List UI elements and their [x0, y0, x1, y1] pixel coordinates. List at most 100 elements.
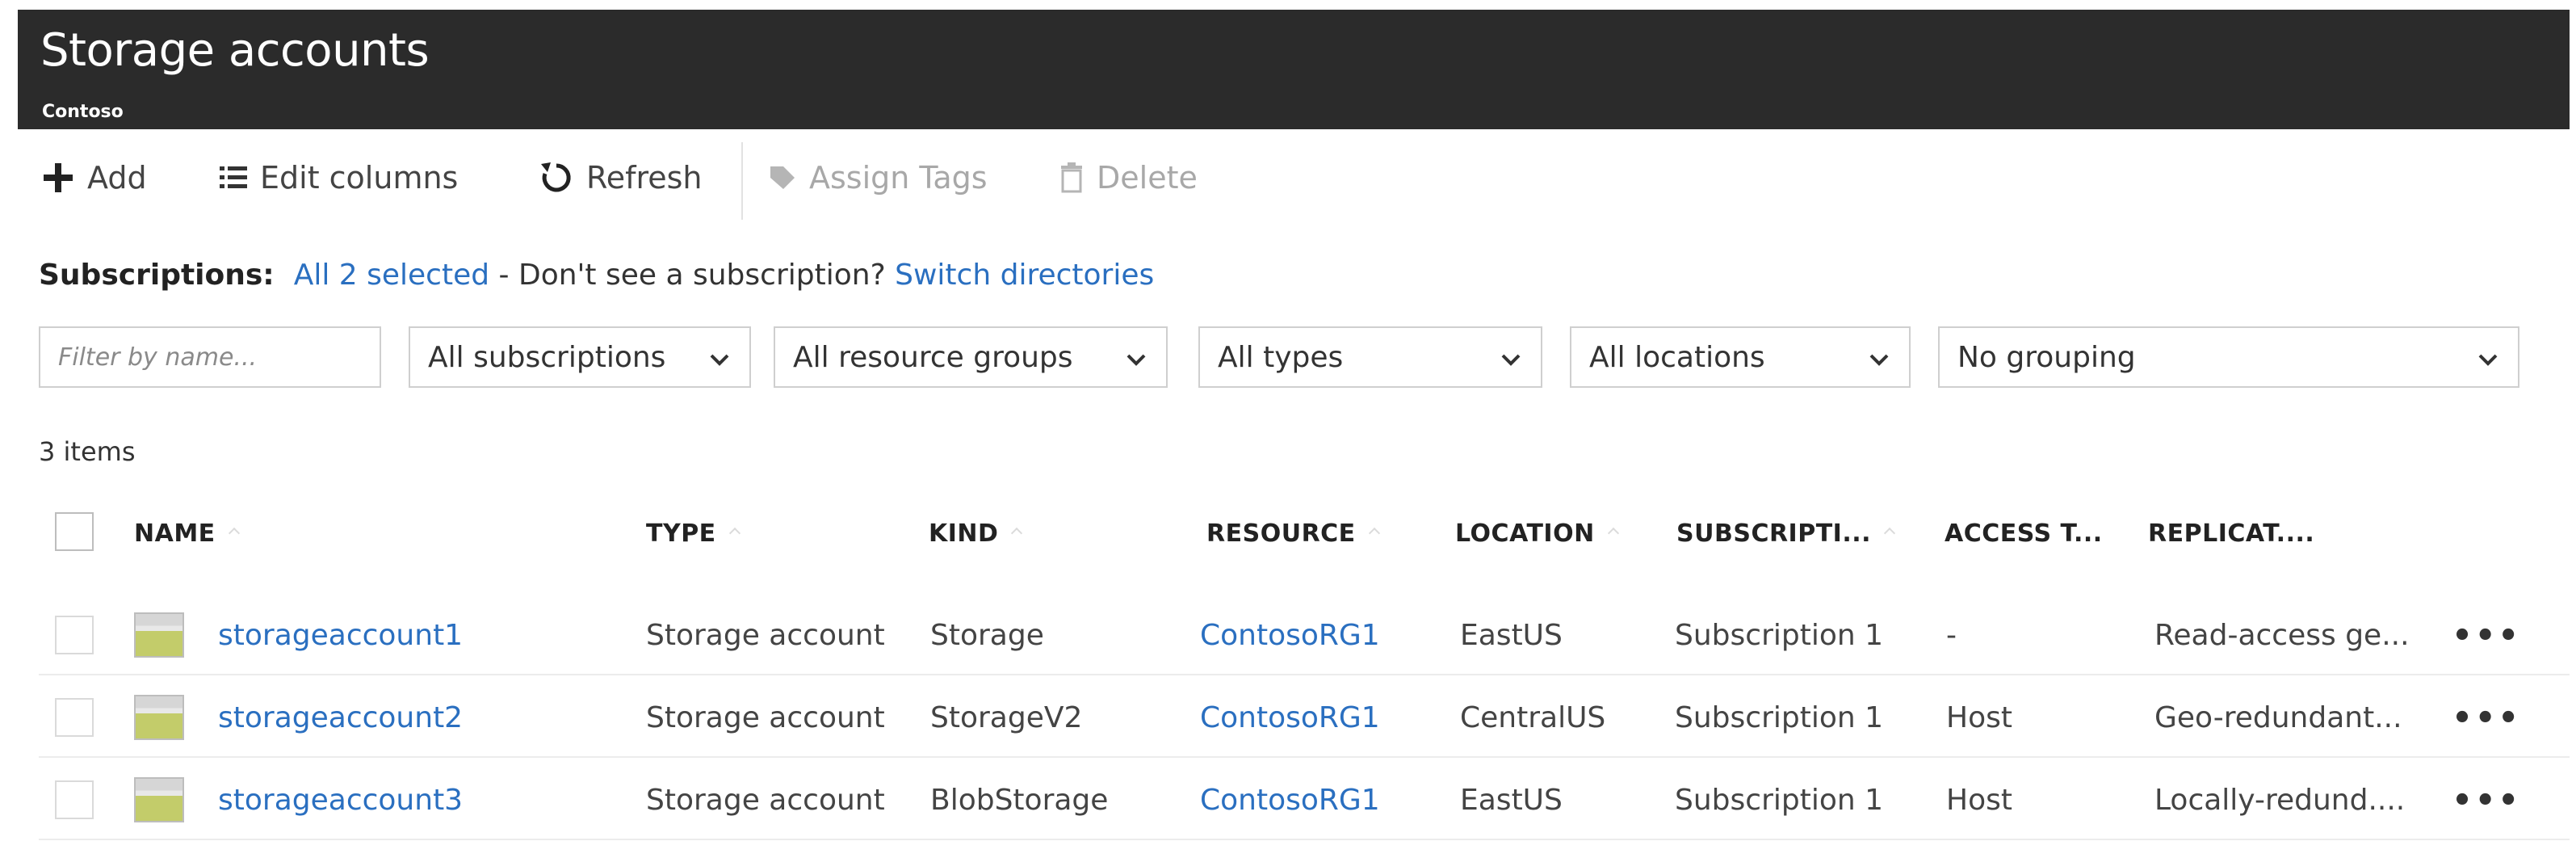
- column-header-replication[interactable]: REPLICAT....: [2148, 501, 2314, 566]
- delete-label: Delete: [1097, 160, 1198, 196]
- switch-directories-link[interactable]: Switch directories: [895, 259, 1154, 292]
- edit-columns-label: Edit columns: [260, 160, 459, 196]
- storage-account-name-link[interactable]: storageaccount2: [218, 677, 463, 758]
- subscriptions-dropdown-value: All subscriptions: [428, 340, 666, 374]
- chevron-down-icon: [2476, 346, 2500, 379]
- column-header-subscription[interactable]: SUBSCRIPTI...: [1676, 501, 1896, 566]
- column-header-access-tier[interactable]: ACCESS T...: [1945, 501, 2103, 566]
- column-header-kind[interactable]: KIND: [929, 501, 1023, 566]
- cell-kind: BlobStorage: [930, 783, 1109, 817]
- column-header-location-label: LOCATION: [1455, 519, 1595, 548]
- locations-dropdown-value: All locations: [1589, 340, 1765, 374]
- column-header-name-label: NAME: [134, 519, 216, 548]
- sort-icon: [728, 527, 740, 540]
- directory-name: Contoso: [42, 102, 124, 122]
- item-count: 3 items: [39, 436, 136, 467]
- chevron-down-icon: [1499, 346, 1523, 379]
- cell-type: Storage account: [646, 783, 885, 817]
- column-header-access-label: ACCESS T...: [1945, 519, 2103, 548]
- storage-account-icon: [134, 612, 184, 658]
- list-icon: [220, 165, 249, 191]
- cell-subscription: Subscription 1: [1675, 618, 1884, 652]
- column-header-type[interactable]: TYPE: [646, 501, 740, 566]
- cell-kind: Storage: [930, 618, 1044, 652]
- plus-icon: [40, 160, 76, 196]
- filter-placeholder: Filter by name...: [58, 343, 258, 372]
- table-row[interactable]: storageaccount3 Storage account BlobStor…: [39, 759, 2570, 840]
- table-row[interactable]: storageaccount1 Storage account Storage …: [39, 595, 2570, 675]
- column-header-replication-label: REPLICAT....: [2148, 519, 2315, 548]
- cell-subscription: Subscription 1: [1675, 700, 1884, 734]
- cell-location: CentralUS: [1460, 700, 1606, 734]
- page-title: Storage accounts: [40, 24, 430, 77]
- cell-access-tier: -: [1946, 618, 1957, 652]
- cell-access-tier: Host: [1946, 783, 2012, 817]
- refresh-label: Refresh: [586, 160, 703, 196]
- row-checkbox[interactable]: [55, 780, 94, 819]
- subscriptions-label: Subscriptions:: [39, 259, 275, 292]
- storage-account-name-link[interactable]: storageaccount1: [218, 595, 463, 675]
- chevron-down-icon: [1124, 346, 1148, 379]
- assign-tags-label: Assign Tags: [809, 160, 988, 196]
- tag-icon: [766, 162, 798, 194]
- column-header-resource-label: RESOURCE: [1206, 519, 1356, 548]
- grouping-dropdown[interactable]: No grouping: [1938, 326, 2519, 388]
- resource-group-link[interactable]: ContosoRG1: [1200, 677, 1380, 758]
- table-row[interactable]: storageaccount2 Storage account StorageV…: [39, 677, 2570, 758]
- storage-account-icon: [134, 695, 184, 740]
- chevron-down-icon: [1867, 346, 1891, 379]
- cell-replication: Locally-redund....: [2154, 783, 2406, 817]
- cell-type: Storage account: [646, 618, 885, 652]
- storage-account-icon: [134, 777, 184, 822]
- row-checkbox[interactable]: [55, 698, 94, 737]
- more-actions-button[interactable]: •••: [2452, 617, 2521, 654]
- subscriptions-dropdown[interactable]: All subscriptions: [409, 326, 751, 388]
- grouping-dropdown-value: No grouping: [1957, 340, 2136, 374]
- locations-dropdown[interactable]: All locations: [1570, 326, 1911, 388]
- assign-tags-button[interactable]: Assign Tags: [766, 137, 988, 218]
- sort-icon: [228, 527, 240, 540]
- storage-account-name-link[interactable]: storageaccount3: [218, 759, 463, 840]
- subscriptions-hint: - Don't see a subscription?: [489, 259, 896, 292]
- types-dropdown-value: All types: [1218, 340, 1344, 374]
- column-header-location[interactable]: LOCATION: [1455, 501, 1619, 566]
- resource-group-link[interactable]: ContosoRG1: [1200, 759, 1380, 840]
- cell-replication: Geo-redundant...: [2154, 700, 2402, 734]
- delete-button[interactable]: Delete: [1058, 137, 1198, 218]
- cell-type: Storage account: [646, 700, 885, 734]
- title-bar: Storage accounts Contoso: [18, 10, 2570, 129]
- add-button[interactable]: Add: [40, 137, 147, 218]
- row-checkbox[interactable]: [55, 616, 94, 654]
- cell-access-tier: Host: [1946, 700, 2012, 734]
- select-all-checkbox[interactable]: [55, 512, 94, 551]
- sort-icon: [1368, 527, 1380, 540]
- chevron-down-icon: [707, 346, 732, 379]
- resource-groups-dropdown-value: All resource groups: [793, 340, 1073, 374]
- cell-location: EastUS: [1460, 783, 1563, 817]
- column-header-name[interactable]: NAME: [134, 501, 240, 566]
- filter-by-name-input[interactable]: Filter by name...: [39, 326, 381, 388]
- sort-icon: [1883, 527, 1896, 540]
- column-header-subscription-label: SUBSCRIPTI...: [1676, 519, 1872, 548]
- command-bar: Add Edit columns Refresh Assign Tags Del…: [18, 137, 2570, 220]
- column-header-type-label: TYPE: [646, 519, 716, 548]
- more-actions-button[interactable]: •••: [2452, 700, 2521, 737]
- sort-icon: [1607, 527, 1619, 540]
- column-header-resource[interactable]: RESOURCE: [1206, 501, 1380, 566]
- toolbar-divider: [741, 142, 743, 220]
- cell-subscription: Subscription 1: [1675, 783, 1884, 817]
- cell-location: EastUS: [1460, 618, 1563, 652]
- more-actions-button[interactable]: •••: [2452, 782, 2521, 819]
- column-header-kind-label: KIND: [929, 519, 999, 548]
- cell-replication: Read-access ge...: [2154, 618, 2410, 652]
- edit-columns-button[interactable]: Edit columns: [220, 137, 458, 218]
- types-dropdown[interactable]: All types: [1198, 326, 1542, 388]
- subscriptions-selected-link[interactable]: All 2 selected: [294, 259, 489, 292]
- subscriptions-line: Subscriptions: All 2 selected - Don't see…: [39, 259, 1154, 292]
- sort-icon: [1011, 527, 1023, 540]
- refresh-button[interactable]: Refresh: [538, 137, 703, 218]
- resource-group-link[interactable]: ContosoRG1: [1200, 595, 1380, 675]
- resource-groups-dropdown[interactable]: All resource groups: [774, 326, 1168, 388]
- trash-icon: [1058, 162, 1085, 193]
- cell-kind: StorageV2: [930, 700, 1083, 734]
